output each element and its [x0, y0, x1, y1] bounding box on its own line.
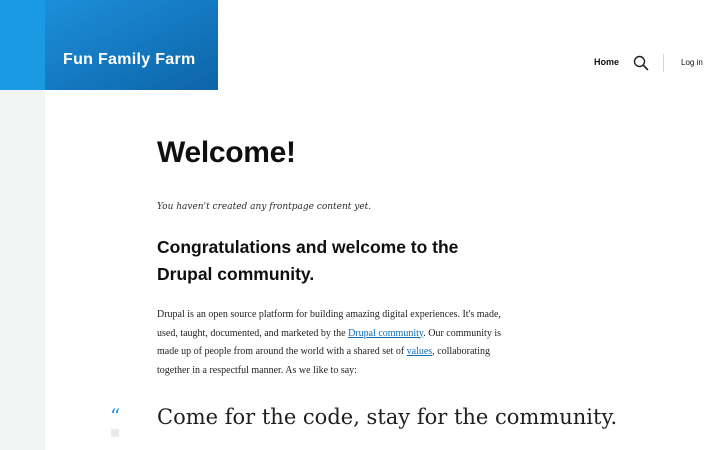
nav-home-link[interactable]: Home: [594, 57, 619, 67]
login-link[interactable]: Log in: [681, 58, 703, 67]
site-name-link[interactable]: Fun Family Farm: [63, 51, 196, 69]
drupal-community-link[interactable]: Drupal community: [348, 328, 423, 339]
branding-panel: [45, 0, 218, 90]
welcome-subtitle: Congratulations and welcome to the Drupa…: [157, 237, 459, 284]
header-divider: [663, 54, 664, 72]
site-branding: [0, 0, 218, 90]
search-icon: [633, 55, 649, 71]
intro-paragraph: Drupal is an open source platform for bu…: [157, 306, 517, 380]
values-link[interactable]: values: [407, 346, 433, 357]
left-rail: [0, 90, 45, 450]
quote-icon: “: [110, 404, 121, 428]
page-title: Welcome!: [157, 136, 296, 169]
quote-bar: [111, 429, 119, 437]
blockquote-text: Come for the code, stay for the communit…: [157, 405, 618, 429]
search-button[interactable]: [633, 55, 649, 71]
empty-content-message: You haven't created any frontpage conten…: [157, 202, 372, 212]
